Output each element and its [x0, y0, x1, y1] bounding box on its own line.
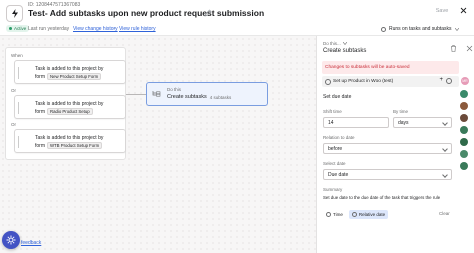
subtask-name[interactable]: Set up Product in Woo (test): [333, 79, 393, 84]
action-label: Do this: [167, 87, 182, 92]
summary-label: Summary: [323, 187, 343, 192]
view-rule-history-link[interactable]: View rule history: [119, 26, 156, 32]
edit-pencil-icon[interactable]: [204, 9, 212, 17]
add-icon[interactable]: +: [439, 77, 443, 83]
avatar[interactable]: [460, 138, 468, 146]
rule-title[interactable]: Test- Add subtasks upon new product requ…: [28, 8, 264, 18]
chevron-down-icon: [454, 27, 459, 31]
runs-on-label: Runs on tasks and subtasks: [389, 26, 452, 32]
trigger-card-1[interactable]: Task is added to this project by form Ne…: [14, 60, 126, 84]
panel-title: Create subtasks: [323, 48, 367, 54]
ai-assistant-button[interactable]: [2, 231, 20, 249]
check-circle-icon[interactable]: [325, 78, 331, 85]
subtask-row[interactable]: Set up Product in Woo (test) + MR: [322, 76, 469, 87]
drag-handle[interactable]: [18, 136, 19, 148]
avatar[interactable]: [460, 90, 468, 98]
autosave-warning: Changes to subtasks will be auto-saved: [322, 61, 459, 74]
action-count: 4 subtasks: [209, 94, 232, 100]
subtask-circle-icon: [381, 26, 386, 32]
rule-header: ID: 1208447571367083 Test- Add subtasks …: [0, 0, 474, 36]
by-time-value: days: [398, 119, 409, 126]
relation-value: before: [328, 145, 343, 152]
relative-date-label: Relative date: [358, 212, 386, 217]
by-time-select[interactable]: days: [393, 117, 452, 128]
relation-select[interactable]: before: [323, 143, 452, 154]
view-change-history-link[interactable]: View change history: [73, 26, 118, 32]
trigger-card-3[interactable]: Task is added to this project by form WT…: [14, 129, 126, 153]
trigger-text: Task is added to this project by: [35, 66, 104, 72]
by-time-label: By time: [393, 109, 409, 114]
avatar[interactable]: [460, 114, 468, 122]
chevron-down-icon: [442, 146, 448, 152]
close-icon[interactable]: [458, 5, 468, 15]
clear-button[interactable]: Clear: [439, 211, 450, 216]
form-name-tag[interactable]: Radio Product Setup: [47, 108, 93, 115]
summary-text: Set due date to the due date of the task…: [323, 195, 441, 200]
trigger-form-line: form New Product Setup Form: [35, 73, 102, 80]
do-this-dropdown[interactable]: Do this...: [323, 41, 348, 46]
form-name-tag[interactable]: New Product Setup Form: [47, 73, 102, 80]
action-name: Create subtasks: [167, 94, 207, 100]
trigger-text: Task is added to this project by: [35, 101, 104, 107]
flow-connector: [126, 94, 146, 95]
gear-icon: [6, 235, 16, 245]
assignee-avatar[interactable]: MR: [461, 77, 469, 85]
date-mode-toggle: Time Relative date: [323, 210, 389, 219]
form-prefix: form: [35, 73, 45, 80]
action-settings-panel: Do this... Create subtasks Changes to su…: [316, 36, 473, 253]
time-option[interactable]: Time: [323, 210, 346, 219]
trash-icon[interactable]: [450, 45, 457, 52]
clock-icon: [326, 212, 331, 217]
set-due-date-heading: Set due date: [323, 94, 352, 100]
rule-canvas[interactable]: When Task is added to this project by fo…: [0, 36, 316, 253]
active-label: Active: [14, 26, 27, 31]
select-date-label: Select date: [323, 161, 346, 166]
drag-handle[interactable]: [18, 102, 19, 114]
do-this-label: Do this...: [323, 41, 341, 46]
chevron-down-icon: [442, 120, 448, 126]
relative-date-option[interactable]: Relative date: [348, 210, 389, 219]
last-run-text: Last run yesterday: [28, 26, 70, 32]
avatar[interactable]: [460, 126, 468, 134]
clock-icon[interactable]: [446, 78, 452, 84]
form-prefix: form: [35, 108, 45, 115]
avatar[interactable]: [460, 102, 468, 110]
when-label: When: [11, 53, 23, 58]
active-dot-icon: [9, 27, 12, 30]
subtasks-icon: [152, 90, 161, 99]
shift-time-label: Shift time: [323, 109, 342, 114]
drag-handle[interactable]: [18, 67, 19, 79]
feedback-link[interactable]: feedback: [21, 240, 41, 246]
chevron-down-icon: [442, 172, 448, 178]
trigger-form-line: form Radio Product Setup: [35, 108, 93, 115]
active-badge[interactable]: Active: [6, 25, 30, 32]
action-name-line: Create subtasks 4 subtasks: [167, 94, 231, 100]
rule-status-bar: Active Last run yesterday View change hi…: [0, 24, 474, 34]
select-date-select[interactable]: Due date: [323, 169, 452, 180]
form-name-tag[interactable]: WTB Product Setup Form: [47, 142, 103, 149]
select-date-value: Due date: [328, 171, 349, 178]
separator-dot: ·: [114, 26, 116, 32]
or-label: Or: [11, 122, 16, 127]
trigger-text: Task is added to this project by: [35, 135, 104, 141]
save-button[interactable]: Save: [431, 5, 453, 16]
action-card-create-subtasks[interactable]: Do this Create subtasks 4 subtasks: [146, 82, 268, 106]
avatar[interactable]: [460, 150, 468, 158]
shift-time-input[interactable]: 14: [323, 117, 389, 128]
avatar[interactable]: [460, 162, 468, 170]
chevron-down-icon: [342, 41, 348, 45]
calendar-icon: [351, 212, 357, 217]
time-label: Time: [333, 212, 343, 217]
relation-label: Relation to date: [323, 135, 355, 140]
trigger-form-line: form WTB Product Setup Form: [35, 142, 103, 149]
collapse-panel-icon[interactable]: [466, 45, 473, 52]
runs-on-dropdown[interactable]: Runs on tasks and subtasks: [381, 26, 459, 32]
or-label: Or: [11, 88, 16, 93]
trigger-card-2[interactable]: Task is added to this project by form Ra…: [14, 95, 126, 119]
lightning-icon: [6, 5, 23, 22]
form-prefix: form: [35, 142, 45, 149]
triggers-panel: When Task is added to this project by fo…: [5, 47, 126, 160]
